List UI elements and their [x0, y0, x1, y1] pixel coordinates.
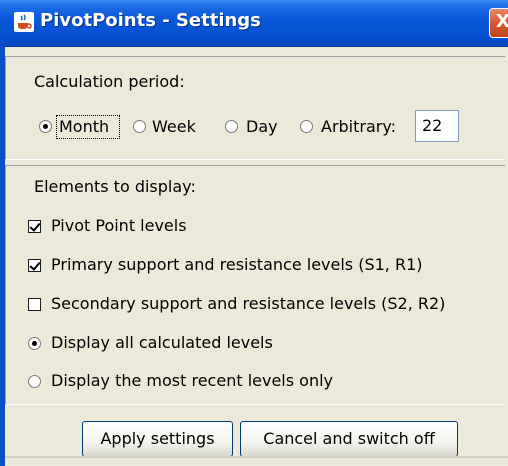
elements-panel: [5, 165, 505, 405]
checkbox-primary-levels[interactable]: [28, 259, 41, 272]
checkbox-pivot-point-levels[interactable]: [28, 220, 41, 233]
arbitrary-period-input[interactable]: 22: [415, 110, 459, 142]
radio-display-recent[interactable]: [28, 375, 41, 388]
radio-day[interactable]: [225, 120, 238, 133]
apply-settings-button[interactable]: Apply settings: [82, 421, 233, 457]
java-cup-icon: [14, 12, 34, 32]
radio-day-label[interactable]: Day: [246, 117, 278, 136]
close-icon: X: [496, 11, 508, 32]
radio-display-recent-label[interactable]: Display the most recent levels only: [51, 371, 333, 390]
radio-month-label[interactable]: Month: [59, 117, 109, 136]
checkbox-secondary-levels-label[interactable]: Secondary support and resistance levels …: [51, 294, 445, 313]
window-frame-bottom: [5, 456, 508, 458]
radio-week[interactable]: [133, 120, 146, 133]
settings-window: PivotPoints - Settings X Calculation per…: [0, 0, 508, 466]
checkbox-pivot-point-levels-label[interactable]: Pivot Point levels: [51, 216, 187, 235]
cancel-switch-off-button[interactable]: Cancel and switch off: [240, 421, 458, 457]
radio-arbitrary-label[interactable]: Arbitrary:: [321, 117, 396, 136]
radio-month[interactable]: [39, 120, 52, 133]
close-button[interactable]: X: [489, 8, 508, 38]
elements-heading: Elements to display:: [34, 177, 196, 196]
checkbox-primary-levels-label[interactable]: Primary support and resistance levels (S…: [51, 255, 423, 274]
title-bar[interactable]: PivotPoints - Settings X: [0, 0, 508, 47]
radio-display-all-label[interactable]: Display all calculated levels: [51, 333, 273, 352]
radio-arbitrary[interactable]: [300, 120, 313, 133]
calculation-period-heading: Calculation period:: [34, 72, 185, 91]
radio-week-label[interactable]: Week: [152, 117, 196, 136]
window-title: PivotPoints - Settings: [40, 10, 261, 31]
checkbox-secondary-levels[interactable]: [28, 298, 41, 311]
radio-display-all[interactable]: [28, 337, 41, 350]
